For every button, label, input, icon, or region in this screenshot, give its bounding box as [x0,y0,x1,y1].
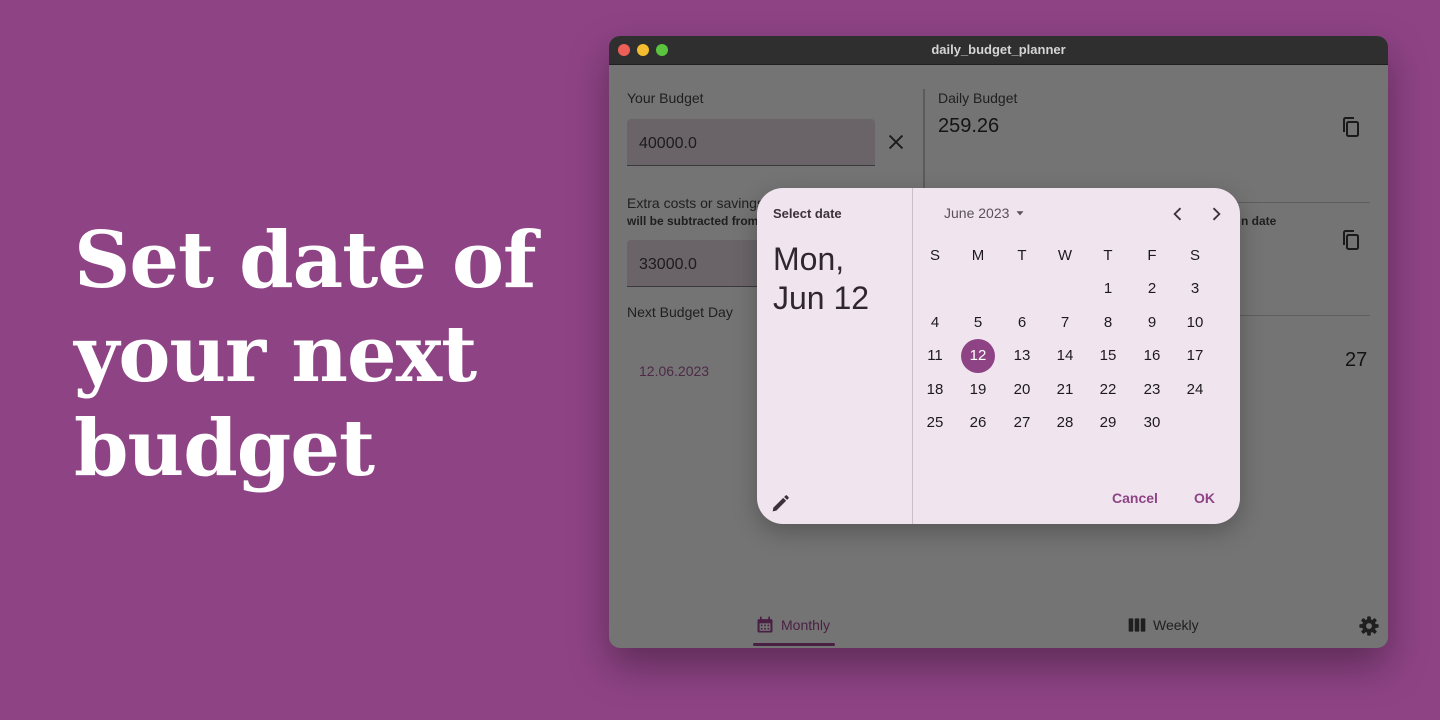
weekday-header: S [929,247,940,264]
calendar-day[interactable]: 17 [1178,339,1212,373]
weekday-header: M [971,247,985,264]
calendar-day[interactable]: 30 [1135,406,1169,440]
window-title: daily_budget_planner [931,42,1066,57]
picker-divider [912,188,913,524]
calendar-day[interactable]: 1 [1091,272,1125,306]
tab-monthly-label: Monthly [781,617,831,633]
extra-costs-input-value: 33000.0 [639,256,697,273]
weekday-header: T [1103,247,1113,264]
clear-icon[interactable] [885,131,907,153]
daily-budget-value: 259.26 [938,115,1000,137]
calendar-day[interactable]: 3 [1178,272,1212,306]
calendar-day[interactable]: 18 [918,373,952,407]
second-card-sublabel: n date [1241,214,1277,228]
extra-costs-label: Extra costs or savings [627,195,764,211]
tab-weekly[interactable]: Weekly [1127,615,1199,635]
calendar-day[interactable]: 11 [918,339,952,373]
calendar-day[interactable]: 7 [1048,306,1082,340]
column-divider [923,89,925,189]
next-month-icon[interactable] [1206,204,1226,224]
next-budget-day-value[interactable]: 12.06.2023 [639,363,709,379]
month-year-label: June 2023 [944,205,1010,221]
copy-icon[interactable] [1339,115,1363,139]
days-remaining-value: 27 [1345,349,1368,371]
weekday-header: F [1147,247,1157,264]
selected-date-day: Jun 12 [773,280,870,316]
weekday-header: T [1017,247,1027,264]
weekday-header: W [1057,247,1073,264]
calendar-day[interactable]: 27 [1005,406,1039,440]
tab-monthly[interactable]: Monthly [755,615,830,635]
calendar-day[interactable]: 26 [961,406,995,440]
selected-day[interactable]: 12 [961,339,995,373]
calendar-day[interactable]: 9 [1135,306,1169,340]
gear-icon[interactable] [1358,615,1380,637]
edit-pencil-icon[interactable] [769,493,791,515]
extra-costs-sublabel: will be subtracted from [627,214,759,228]
calendar-day[interactable]: 13 [1005,339,1039,373]
calendar-day[interactable]: 5 [961,306,995,340]
calendar-day[interactable]: 6 [1005,306,1039,340]
next-budget-day-label: Next Budget Day [627,304,733,320]
calendar-day[interactable]: 25 [918,406,952,440]
view-week-icon [1128,618,1146,632]
ok-button[interactable]: OK [1194,490,1215,506]
calendar-day[interactable]: 14 [1048,339,1082,373]
headline: Set date of your next budget [74,214,544,496]
selected-date-weekday: Mon, [773,241,845,277]
budget-input[interactable]: 40000.0 [627,119,875,166]
copy-icon[interactable] [1339,228,1363,252]
date-picker-dialog: Select date Mon, Jun 12 June 2023 S M T W T F… [757,188,1240,524]
previous-month-icon[interactable] [1168,204,1188,224]
select-date-label: Select date [773,206,842,221]
weekday-header: S [1189,247,1200,264]
calendar-day[interactable]: 22 [1091,373,1125,407]
calendar-day[interactable]: 23 [1135,373,1169,407]
calendar-day[interactable]: 10 [1178,306,1212,340]
calendar-day[interactable]: 29 [1091,406,1125,440]
calendar-day[interactable]: 8 [1091,306,1125,340]
month-year-selector[interactable]: June 2023 [944,205,1027,221]
active-tab-indicator [753,643,835,646]
cancel-button[interactable]: Cancel [1112,490,1158,506]
calendar-day[interactable]: 28 [1048,406,1082,440]
calendar-day[interactable]: 21 [1048,373,1082,407]
headline-line: your next [74,309,477,400]
daily-budget-label: Daily Budget [938,90,1018,106]
calendar-day[interactable]: 24 [1178,373,1212,407]
calendar-day[interactable]: 4 [918,306,952,340]
calendar-day[interactable]: 15 [1091,339,1125,373]
bottom-navigation: Monthly Weekly [609,609,1388,648]
headline-line: budget [74,403,375,494]
calendar-day[interactable]: 16 [1135,339,1169,373]
calendar-day[interactable]: 19 [961,373,995,407]
title-bar: daily_budget_planner [609,36,1388,65]
tab-weekly-label: Weekly [1153,617,1199,633]
headline-line: Set date of [74,215,537,306]
budget-label: Your Budget [627,90,704,106]
calendar-day[interactable]: 2 [1135,272,1169,306]
budget-input-value: 40000.0 [639,135,697,152]
extra-costs-input[interactable]: 33000.0 [627,240,767,287]
calendar-icon [757,616,773,633]
calendar-day[interactable]: 20 [1005,373,1039,407]
selected-date-headline: Mon, Jun 12 [773,240,903,318]
dropdown-arrow-icon [1016,211,1024,216]
